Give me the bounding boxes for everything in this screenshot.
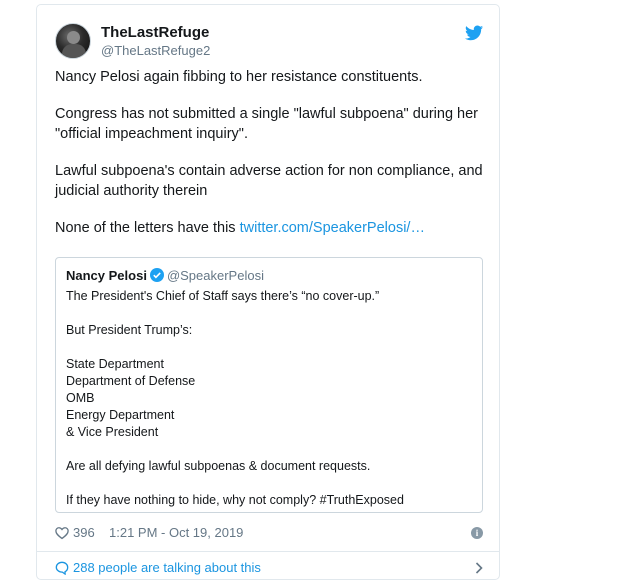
quoted-list: State Department Department of Defense O…: [66, 356, 466, 441]
info-icon[interactable]: i: [471, 527, 483, 539]
quoted-author-handle: @SpeakerPelosi: [166, 268, 264, 283]
tweet-paragraph: Congress has not submitted a single "law…: [55, 106, 478, 142]
quoted-list-item: Department of Defense: [66, 374, 196, 388]
author-avatar[interactable]: [55, 23, 91, 59]
footer-divider: [37, 551, 499, 552]
tweet-paragraph: Lawful subpoena's contain adverse action…: [55, 163, 483, 199]
quoted-tweet-link[interactable]: twitter.com/SpeakerPelosi/…: [240, 220, 425, 236]
verified-icon: [149, 268, 164, 282]
author-name[interactable]: TheLastRefuge: [101, 24, 209, 42]
conversation-footer[interactable]: 288 people are talking about this: [55, 557, 483, 579]
quoted-list-item: Energy Department: [66, 408, 175, 422]
quoted-list-item: State Department: [66, 357, 164, 371]
tweet-header: TheLastRefuge @TheLastRefuge2: [55, 21, 483, 61]
tweet-timestamp[interactable]: 1:21 PM - Oct 19, 2019: [109, 523, 243, 543]
people-talking-link[interactable]: 288 people are talking about this: [73, 557, 261, 579]
tweet-text: Nancy Pelosi again fibbing to her resist…: [55, 67, 483, 255]
tweet-paragraph: None of the letters have this twitter.co…: [55, 218, 483, 238]
quoted-list-item: & Vice President: [66, 425, 159, 439]
tweet-paragraph: Nancy Pelosi again fibbing to her resist…: [55, 69, 423, 85]
chevron-right-icon[interactable]: [475, 562, 483, 574]
like-count[interactable]: 396: [73, 523, 95, 543]
quoted-line: Are all defying lawful subpoenas & docum…: [66, 459, 371, 473]
embedded-tweet-card: TheLastRefuge @TheLastRefuge2 Nancy Pelo…: [36, 4, 500, 580]
quoted-list-item: OMB: [66, 391, 95, 405]
quoted-tweet-header: Nancy Pelosi @SpeakerPelosi: [66, 268, 264, 284]
quoted-line: If they have nothing to hide, why not co…: [66, 493, 404, 507]
quoted-tweet[interactable]: Nancy Pelosi @SpeakerPelosi The President…: [55, 257, 483, 513]
twitter-bird-icon[interactable]: [465, 25, 483, 41]
author-handle[interactable]: @TheLastRefuge2: [101, 43, 210, 59]
tweet-last-line: None of the letters have this: [55, 220, 236, 236]
quoted-tweet-text: The President's Chief of Staff says ther…: [66, 288, 466, 526]
quoted-line: The President's Chief of Staff says ther…: [66, 289, 380, 303]
tweet-meta: 396 1:21 PM - Oct 19, 2019 i: [55, 523, 483, 543]
quoted-line: But President Trump’s:: [66, 323, 193, 337]
chat-bubble-icon: [55, 561, 69, 575]
quoted-author-name: Nancy Pelosi: [66, 268, 147, 283]
heart-icon[interactable]: [55, 526, 69, 540]
